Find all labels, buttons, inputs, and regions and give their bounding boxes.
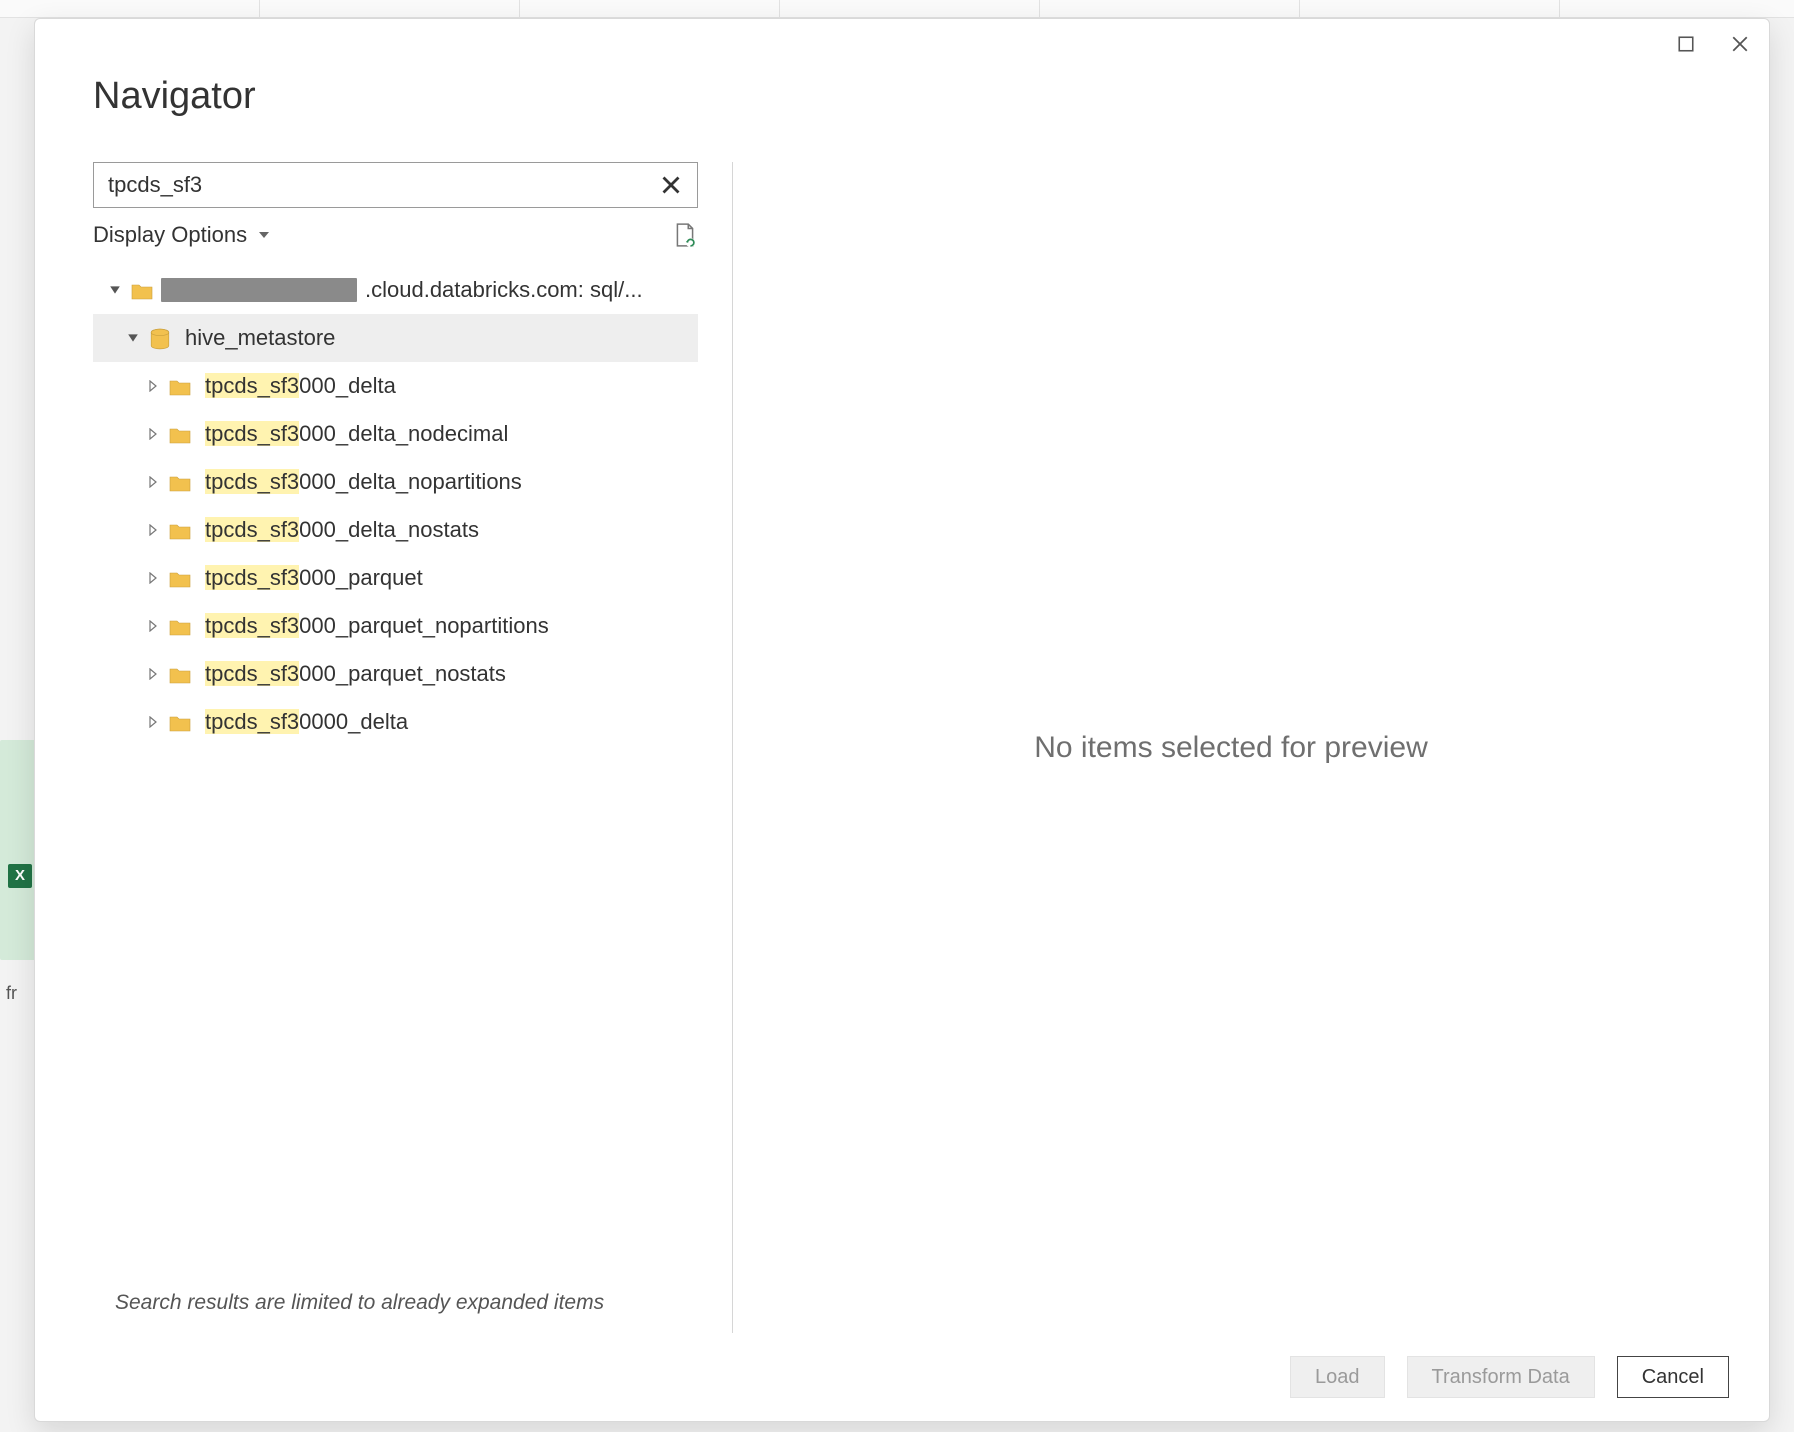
folder-icon — [169, 712, 191, 732]
refresh-button[interactable] — [674, 222, 696, 248]
background-label: fr — [6, 983, 17, 1004]
close-button[interactable] — [1727, 31, 1753, 57]
triangle-right-icon — [148, 380, 158, 392]
expand-toggle[interactable] — [145, 522, 161, 538]
search-input[interactable] — [108, 172, 657, 198]
tree-item[interactable]: tpcds_sf3000_delta_nodecimal — [93, 410, 698, 458]
maximize-button[interactable] — [1673, 31, 1699, 57]
navigator-left-pane: Display Options — [93, 162, 733, 1333]
background-ribbon — [0, 0, 1794, 18]
tree-item[interactable]: tpcds_sf3000_parquet_nostats — [93, 650, 698, 698]
expand-toggle[interactable] — [145, 714, 161, 730]
x-icon — [661, 175, 681, 195]
dialog-title: Navigator — [93, 75, 1769, 118]
triangle-right-icon — [148, 524, 158, 536]
expand-toggle[interactable] — [107, 282, 123, 298]
load-button[interactable]: Load — [1290, 1356, 1385, 1398]
navigator-dialog: Navigator Display Options — [34, 18, 1770, 1422]
tree-item[interactable]: tpcds_sf3000_delta_nopartitions — [93, 458, 698, 506]
display-options-label: Display Options — [93, 222, 247, 248]
search-box[interactable] — [93, 162, 698, 208]
search-note: Search results are limited to already ex… — [115, 1291, 604, 1315]
preview-empty-message: No items selected for preview — [1034, 731, 1428, 765]
metastore-label: hive_metastore — [185, 325, 335, 351]
expand-toggle[interactable] — [145, 618, 161, 634]
triangle-right-icon — [148, 620, 158, 632]
triangle-right-icon — [148, 716, 158, 728]
close-icon — [1731, 35, 1749, 53]
folder-icon — [169, 568, 191, 588]
display-options-dropdown[interactable]: Display Options — [93, 222, 269, 248]
chevron-down-icon — [259, 232, 269, 238]
transform-data-button[interactable]: Transform Data — [1407, 1356, 1595, 1398]
tree-item-label: tpcds_sf3000_delta_nopartitions — [205, 469, 522, 495]
database-icon — [149, 328, 171, 348]
tree-item[interactable]: tpcds_sf3000_delta_nostats — [93, 506, 698, 554]
root-label-suffix: .cloud.databricks.com: sql/... — [365, 277, 643, 303]
tree-item-label: tpcds_sf3000_delta_nostats — [205, 517, 479, 543]
triangle-down-icon — [127, 332, 139, 344]
tree-metastore-node[interactable]: hive_metastore — [93, 314, 698, 362]
tree-item[interactable]: tpcds_sf3000_parquet_nopartitions — [93, 602, 698, 650]
clear-search-button[interactable] — [657, 171, 685, 199]
expand-toggle[interactable] — [145, 570, 161, 586]
triangle-right-icon — [148, 668, 158, 680]
tree-item-label: tpcds_sf3000_parquet_nostats — [205, 661, 506, 687]
expand-toggle[interactable] — [125, 330, 141, 346]
triangle-down-icon — [109, 284, 121, 296]
expand-toggle[interactable] — [145, 474, 161, 490]
tree-item-label: tpcds_sf3000_parquet_nopartitions — [205, 613, 549, 639]
expand-toggle[interactable] — [145, 378, 161, 394]
tree-item-label: tpcds_sf3000_delta — [205, 373, 396, 399]
folder-icon — [169, 664, 191, 684]
excel-icon: X — [8, 864, 32, 888]
cancel-button[interactable]: Cancel — [1617, 1356, 1729, 1398]
tree-item[interactable]: tpcds_sf3000_parquet — [93, 554, 698, 602]
tree-item[interactable]: tpcds_sf3000_delta — [93, 362, 698, 410]
folder-icon — [169, 424, 191, 444]
expand-toggle[interactable] — [145, 666, 161, 682]
tree-item[interactable]: tpcds_sf30000_delta — [93, 698, 698, 746]
triangle-right-icon — [148, 428, 158, 440]
square-icon — [1677, 35, 1695, 53]
folder-icon — [169, 520, 191, 540]
triangle-right-icon — [148, 572, 158, 584]
tree-item-label: tpcds_sf3000_delta_nodecimal — [205, 421, 508, 447]
redacted-hostname — [161, 278, 357, 302]
tree-item-label: tpcds_sf3000_parquet — [205, 565, 423, 591]
folder-icon — [131, 280, 153, 300]
preview-pane: No items selected for preview — [733, 162, 1729, 1333]
dialog-footer: Load Transform Data Cancel — [35, 1333, 1769, 1421]
folder-icon — [169, 376, 191, 396]
folder-icon — [169, 616, 191, 636]
tree-root-node[interactable]: .cloud.databricks.com: sql/... — [93, 266, 698, 314]
folder-icon — [169, 472, 191, 492]
page-refresh-icon — [674, 222, 696, 248]
tree-item-label: tpcds_sf30000_delta — [205, 709, 408, 735]
triangle-right-icon — [148, 476, 158, 488]
expand-toggle[interactable] — [145, 426, 161, 442]
navigator-tree[interactable]: .cloud.databricks.com: sql/... hive_meta… — [93, 266, 698, 1273]
